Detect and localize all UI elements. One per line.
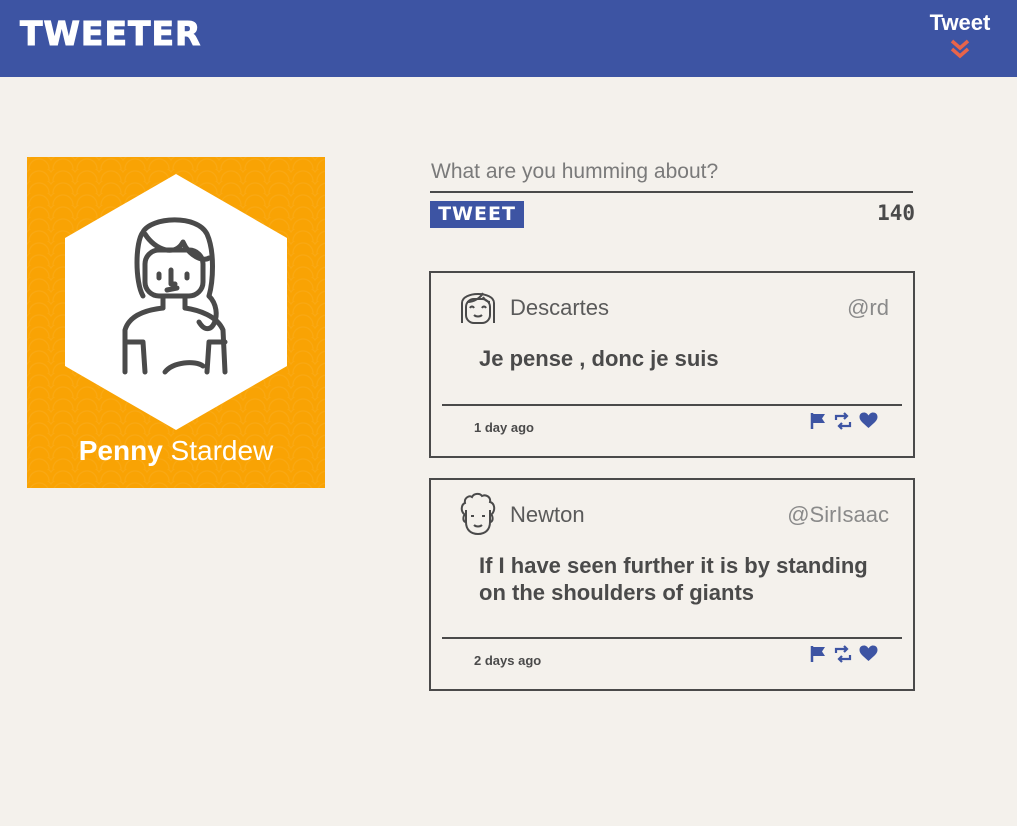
profile-first-name: Penny — [78, 435, 163, 466]
tweet-footer: 2 days ago — [442, 637, 902, 689]
compose-input[interactable] — [430, 155, 913, 193]
profile-avatar-icon — [122, 217, 228, 375]
double-chevron-down-icon — [950, 39, 970, 59]
flag-icon[interactable] — [809, 412, 827, 435]
tweet-author[interactable]: Newton — [510, 502, 585, 528]
char-counter: 140 — [877, 201, 915, 225]
tweet-handle[interactable]: @rd — [847, 295, 889, 321]
profile-card: Penny Stardew — [27, 157, 325, 488]
girl-avatar-icon — [461, 292, 495, 324]
profile-name: Penny Stardew — [27, 435, 325, 467]
heart-icon[interactable] — [859, 412, 878, 435]
tweet-card: Descartes @rd Je pense , donc je suis 1 … — [429, 271, 915, 458]
tweet-text: If I have seen further it is by standing… — [479, 553, 868, 605]
tweet-text: Je pense , donc je suis — [479, 346, 719, 371]
tweet-timestamp: 1 day ago — [474, 420, 534, 435]
retweet-icon[interactable] — [833, 645, 853, 668]
tweet-actions — [809, 412, 878, 435]
tweet-header: Descartes @rd — [431, 273, 913, 345]
tweet-timestamp: 2 days ago — [474, 653, 542, 668]
curly-hair-avatar-icon — [460, 492, 496, 536]
tweet-handle[interactable]: @SirIsaac — [787, 502, 889, 528]
profile-last-name: Stardew — [170, 435, 274, 466]
heart-icon[interactable] — [859, 645, 878, 668]
flag-icon[interactable] — [809, 645, 827, 668]
tweet-author[interactable]: Descartes — [510, 295, 609, 321]
compose-area: TWEET 140 — [430, 155, 915, 228]
tweet-footer: 1 day ago — [442, 404, 902, 456]
top-bar: TWEETER Tweet — [0, 0, 1017, 77]
nav-tweet-label: Tweet — [929, 10, 991, 35]
tweet-header: Newton @SirIsaac — [431, 480, 913, 552]
tweet-submit-button[interactable]: TWEET — [430, 201, 524, 228]
tweet-card: Newton @SirIsaac If I have seen further … — [429, 478, 915, 691]
app-logo[interactable]: TWEETER — [19, 14, 201, 54]
retweet-icon[interactable] — [833, 412, 853, 435]
nav-tweet-button[interactable]: Tweet — [925, 10, 995, 60]
tweet-actions — [809, 645, 878, 668]
